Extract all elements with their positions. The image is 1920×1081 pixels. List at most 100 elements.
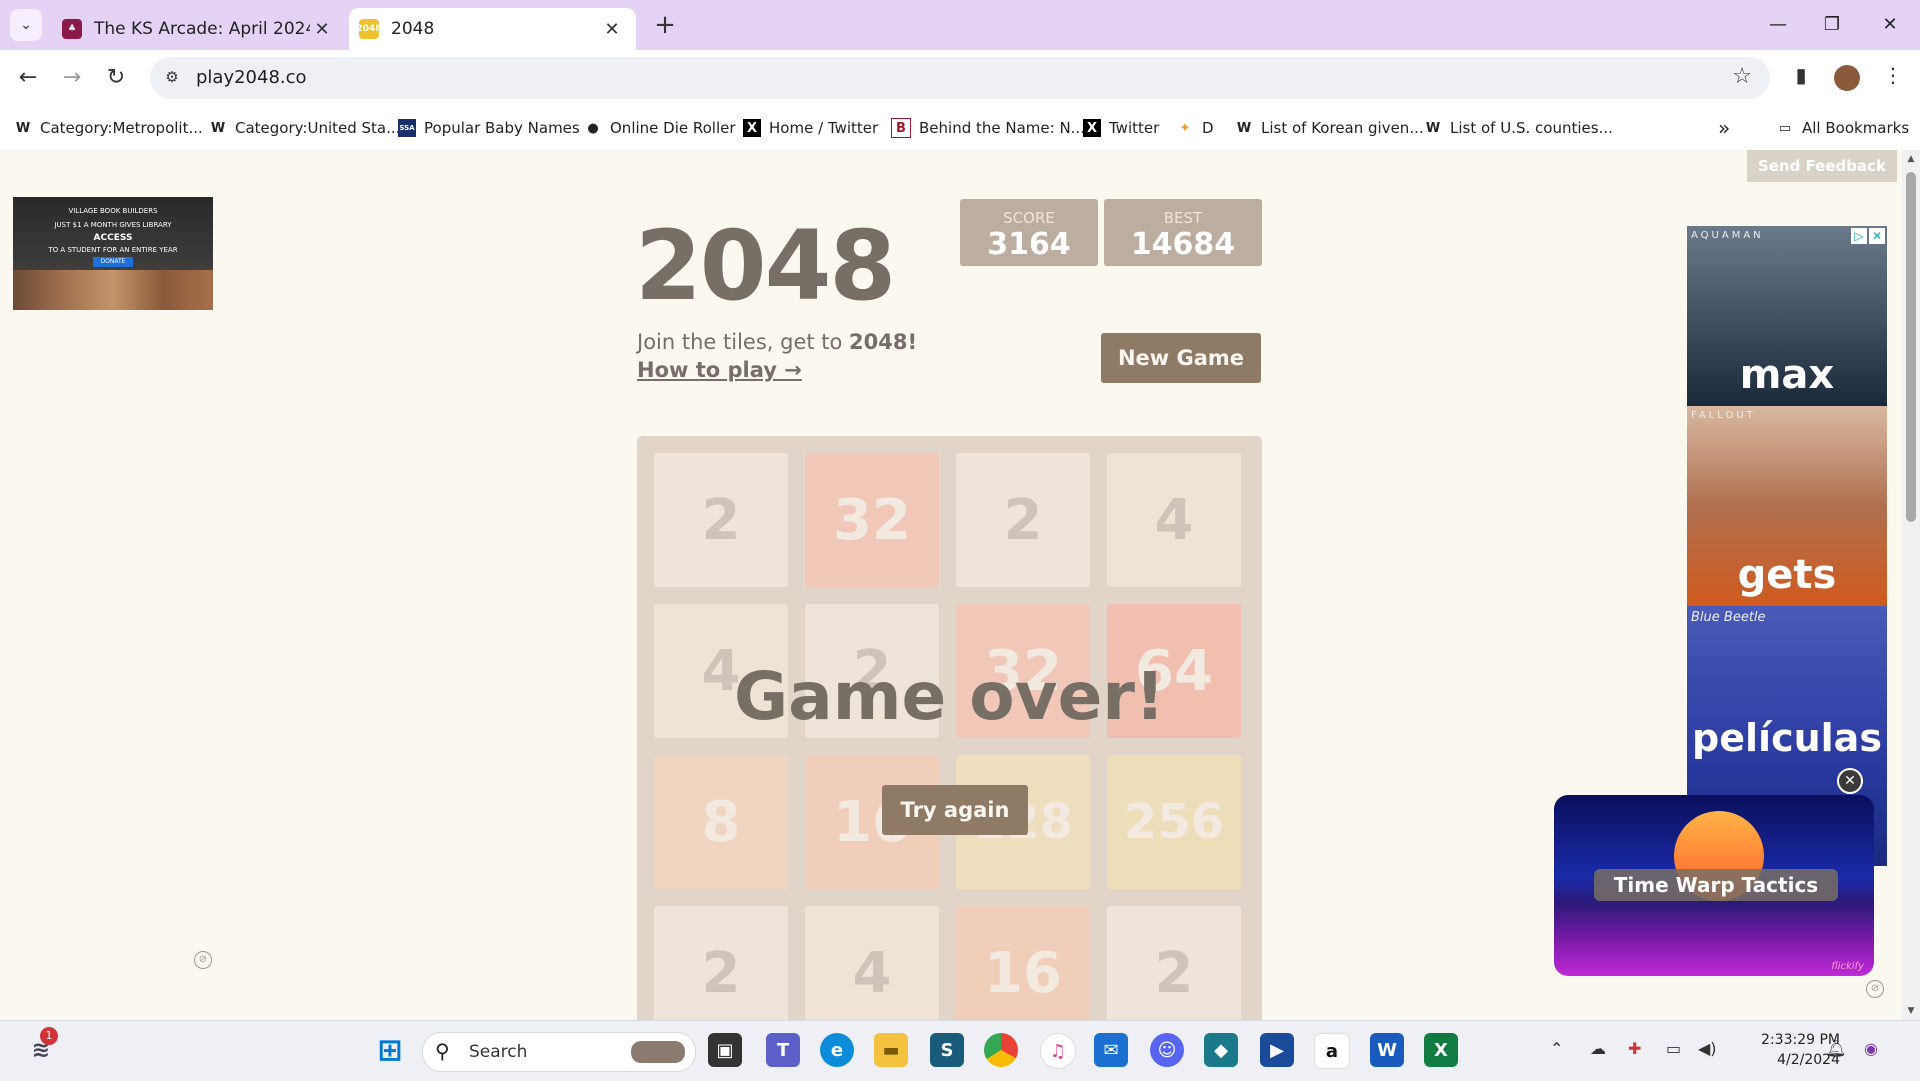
discord-icon[interactable]: ☺ bbox=[1150, 1033, 1184, 1067]
x-twitter-icon: X bbox=[743, 119, 761, 137]
ad-donate-button[interactable]: DONATE bbox=[93, 257, 133, 267]
bookmark-label: Category:Metropolit... bbox=[40, 119, 203, 137]
behind-the-name-icon: B bbox=[891, 118, 911, 138]
more-menu-icon[interactable]: ⋮ bbox=[1878, 63, 1908, 93]
ad-choices-icon[interactable]: ⊘ bbox=[1866, 980, 1884, 998]
all-bookmarks-button[interactable]: ▭ All Bookmarks bbox=[1776, 116, 1909, 140]
taskbar-search[interactable]: ⚲ Search bbox=[422, 1032, 696, 1072]
tray-overflow-icon[interactable]: ⌃ bbox=[1550, 1039, 1563, 1058]
bookmark-item[interactable]: X Home / Twitter bbox=[743, 116, 878, 140]
bookmark-item[interactable]: W Category:Metropolit... bbox=[14, 116, 203, 140]
scrollbar-thumb[interactable] bbox=[1906, 172, 1916, 522]
chrome-icon[interactable] bbox=[984, 1033, 1018, 1067]
bookmark-star-icon[interactable]: ☆ bbox=[1732, 64, 1752, 89]
tab-close-icon[interactable]: ✕ bbox=[600, 19, 624, 40]
score-box: SCORE 3164 bbox=[960, 199, 1098, 266]
profile-avatar[interactable] bbox=[1834, 65, 1860, 91]
ad-choices-icon[interactable]: ⊘ bbox=[194, 951, 212, 969]
bookmark-item[interactable]: W List of Korean given... bbox=[1235, 116, 1424, 140]
side-panel-icon[interactable]: ▮ bbox=[1786, 63, 1816, 93]
ad-line: TO A STUDENT FOR AN ENTIRE YEAR bbox=[48, 246, 178, 254]
ad-line: JUST $1 A MONTH GIVES LIBRARY bbox=[54, 221, 172, 229]
windows-taskbar: ≋ 1 ⊞ ⚲ Search ▣ T e ▬ S ♫ ✉ ☺ ◆ ▶ a W X… bbox=[0, 1020, 1920, 1081]
back-button[interactable]: ← bbox=[12, 62, 44, 94]
ad-panel[interactable]: AQUAMAN max bbox=[1687, 226, 1887, 406]
site-info-icon[interactable]: ⚙ bbox=[162, 68, 182, 88]
try-again-button[interactable]: Try again bbox=[882, 785, 1028, 835]
tab-2048[interactable]: 2048 2048 ✕ bbox=[349, 8, 636, 50]
onedrive-icon[interactable]: ☁ bbox=[1590, 1039, 1606, 1058]
how-to-play-link[interactable]: How to play → bbox=[637, 358, 802, 382]
mail-icon[interactable]: ✉ bbox=[1094, 1033, 1128, 1067]
bookmark-item[interactable]: X Twitter bbox=[1083, 116, 1159, 140]
send-feedback-button[interactable]: Send Feedback bbox=[1747, 150, 1897, 182]
dropbox-icon[interactable]: ✚ bbox=[1628, 1039, 1641, 1058]
teams-icon[interactable]: T bbox=[766, 1033, 800, 1067]
reload-button[interactable]: ↻ bbox=[100, 62, 132, 94]
page-scrollbar[interactable]: ▲ ▼ bbox=[1902, 150, 1920, 1020]
new-game-button[interactable]: New Game bbox=[1101, 333, 1261, 383]
ad-close-icon[interactable]: ✕ bbox=[1869, 228, 1885, 244]
video-player-icon[interactable]: ▶ bbox=[1260, 1033, 1294, 1067]
ad-org: VILLAGE BOOK BUILDERS bbox=[68, 207, 158, 215]
app-cat-icon[interactable]: ◆ bbox=[1204, 1033, 1238, 1067]
restore-button[interactable]: ❐ bbox=[1812, 10, 1852, 40]
bookmark-item[interactable]: W List of U.S. counties... bbox=[1424, 116, 1613, 140]
ad-panel[interactable]: FALLOUT gets bbox=[1687, 406, 1887, 606]
bookmark-item[interactable]: ✦ D bbox=[1176, 116, 1214, 140]
forward-button[interactable]: → bbox=[56, 62, 88, 94]
bookmarks-overflow-button[interactable]: » bbox=[1718, 116, 1730, 140]
wikipedia-icon: W bbox=[210, 120, 226, 136]
url-text[interactable]: play2048.co bbox=[196, 67, 307, 88]
video-ad[interactable]: Time Warp Tactics flickify bbox=[1554, 795, 1874, 976]
new-tab-button[interactable]: + bbox=[650, 10, 680, 40]
volume-icon[interactable]: ◀) bbox=[1698, 1039, 1717, 1058]
scroll-down-icon[interactable]: ▼ bbox=[1902, 1006, 1920, 1016]
system-clock[interactable]: 2:33:29 PM 4/2/2024 bbox=[1740, 1030, 1840, 1070]
word-icon[interactable]: W bbox=[1370, 1033, 1404, 1067]
bookmark-label: Online Die Roller bbox=[610, 119, 736, 137]
bookmark-label: Home / Twitter bbox=[769, 119, 879, 137]
ad-panel-text: películas bbox=[1692, 716, 1882, 760]
intro-target: 2048! bbox=[849, 330, 918, 354]
clock-time: 2:33:29 PM bbox=[1761, 1032, 1840, 1048]
tab-close-icon[interactable]: ✕ bbox=[310, 19, 334, 40]
wikipedia-icon: W bbox=[1425, 120, 1441, 136]
task-view-icon[interactable]: ▣ bbox=[708, 1033, 742, 1067]
copilot-icon[interactable]: ◉ bbox=[1864, 1039, 1878, 1058]
left-banner-ad[interactable]: VILLAGE BOOK BUILDERS JUST $1 A MONTH GI… bbox=[13, 197, 213, 310]
tab-ks-arcade[interactable]: ♣ The KS Arcade: April 2024 [Solo ✕ bbox=[52, 8, 346, 50]
bookmark-item[interactable]: SSA Popular Baby Names bbox=[398, 116, 580, 140]
excel-icon[interactable]: X bbox=[1424, 1033, 1458, 1067]
minimize-button[interactable]: — bbox=[1758, 10, 1798, 40]
all-bookmarks-label: All Bookmarks bbox=[1802, 119, 1910, 137]
video-ad-close-button[interactable]: ✕ bbox=[1837, 768, 1863, 794]
game-title: 2048 bbox=[635, 210, 896, 322]
itunes-icon[interactable]: ♫ bbox=[1040, 1033, 1076, 1069]
scroll-up-icon[interactable]: ▲ bbox=[1902, 154, 1920, 164]
address-bar[interactable]: ⚙ play2048.co ☆ bbox=[150, 57, 1770, 99]
2048-favicon-icon: 2048 bbox=[356, 19, 382, 39]
ad-panel-text: max bbox=[1739, 352, 1835, 398]
window-close-button[interactable]: ✕ bbox=[1870, 10, 1910, 40]
windows-start-icon[interactable]: ⊞ bbox=[373, 1033, 407, 1068]
network-icon[interactable]: ▭ bbox=[1666, 1039, 1681, 1058]
video-ad-title[interactable]: Time Warp Tactics bbox=[1594, 869, 1838, 901]
ssa-icon: SSA bbox=[398, 119, 416, 137]
bookmark-item[interactable]: ● Online Die Roller bbox=[584, 116, 736, 140]
tab-search-button[interactable]: ⌄ bbox=[10, 9, 42, 41]
search-placeholder: Search bbox=[469, 1042, 528, 1062]
bookmark-item[interactable]: B Behind the Name: N... bbox=[891, 116, 1085, 140]
ad-panel-caption: Blue Beetle bbox=[1691, 610, 1766, 625]
app-s-icon[interactable]: S bbox=[930, 1033, 964, 1067]
amazon-icon[interactable]: a bbox=[1314, 1033, 1350, 1069]
tab-title: The KS Arcade: April 2024 [Solo bbox=[94, 19, 310, 39]
notifications-bell-icon[interactable]: 🔔︎ bbox=[1826, 1039, 1846, 1058]
ad-info-icon[interactable]: ▷ bbox=[1851, 228, 1867, 244]
tab-strip: ⌄ ♣ The KS Arcade: April 2024 [Solo ✕ 20… bbox=[0, 0, 1920, 50]
bookmark-item[interactable]: W Category:United Sta... bbox=[209, 116, 401, 140]
edge-icon[interactable]: e bbox=[820, 1033, 854, 1067]
bookmark-label: List of U.S. counties... bbox=[1450, 119, 1613, 137]
file-explorer-icon[interactable]: ▬ bbox=[874, 1033, 908, 1067]
ad-panel-text: gets bbox=[1737, 552, 1837, 598]
